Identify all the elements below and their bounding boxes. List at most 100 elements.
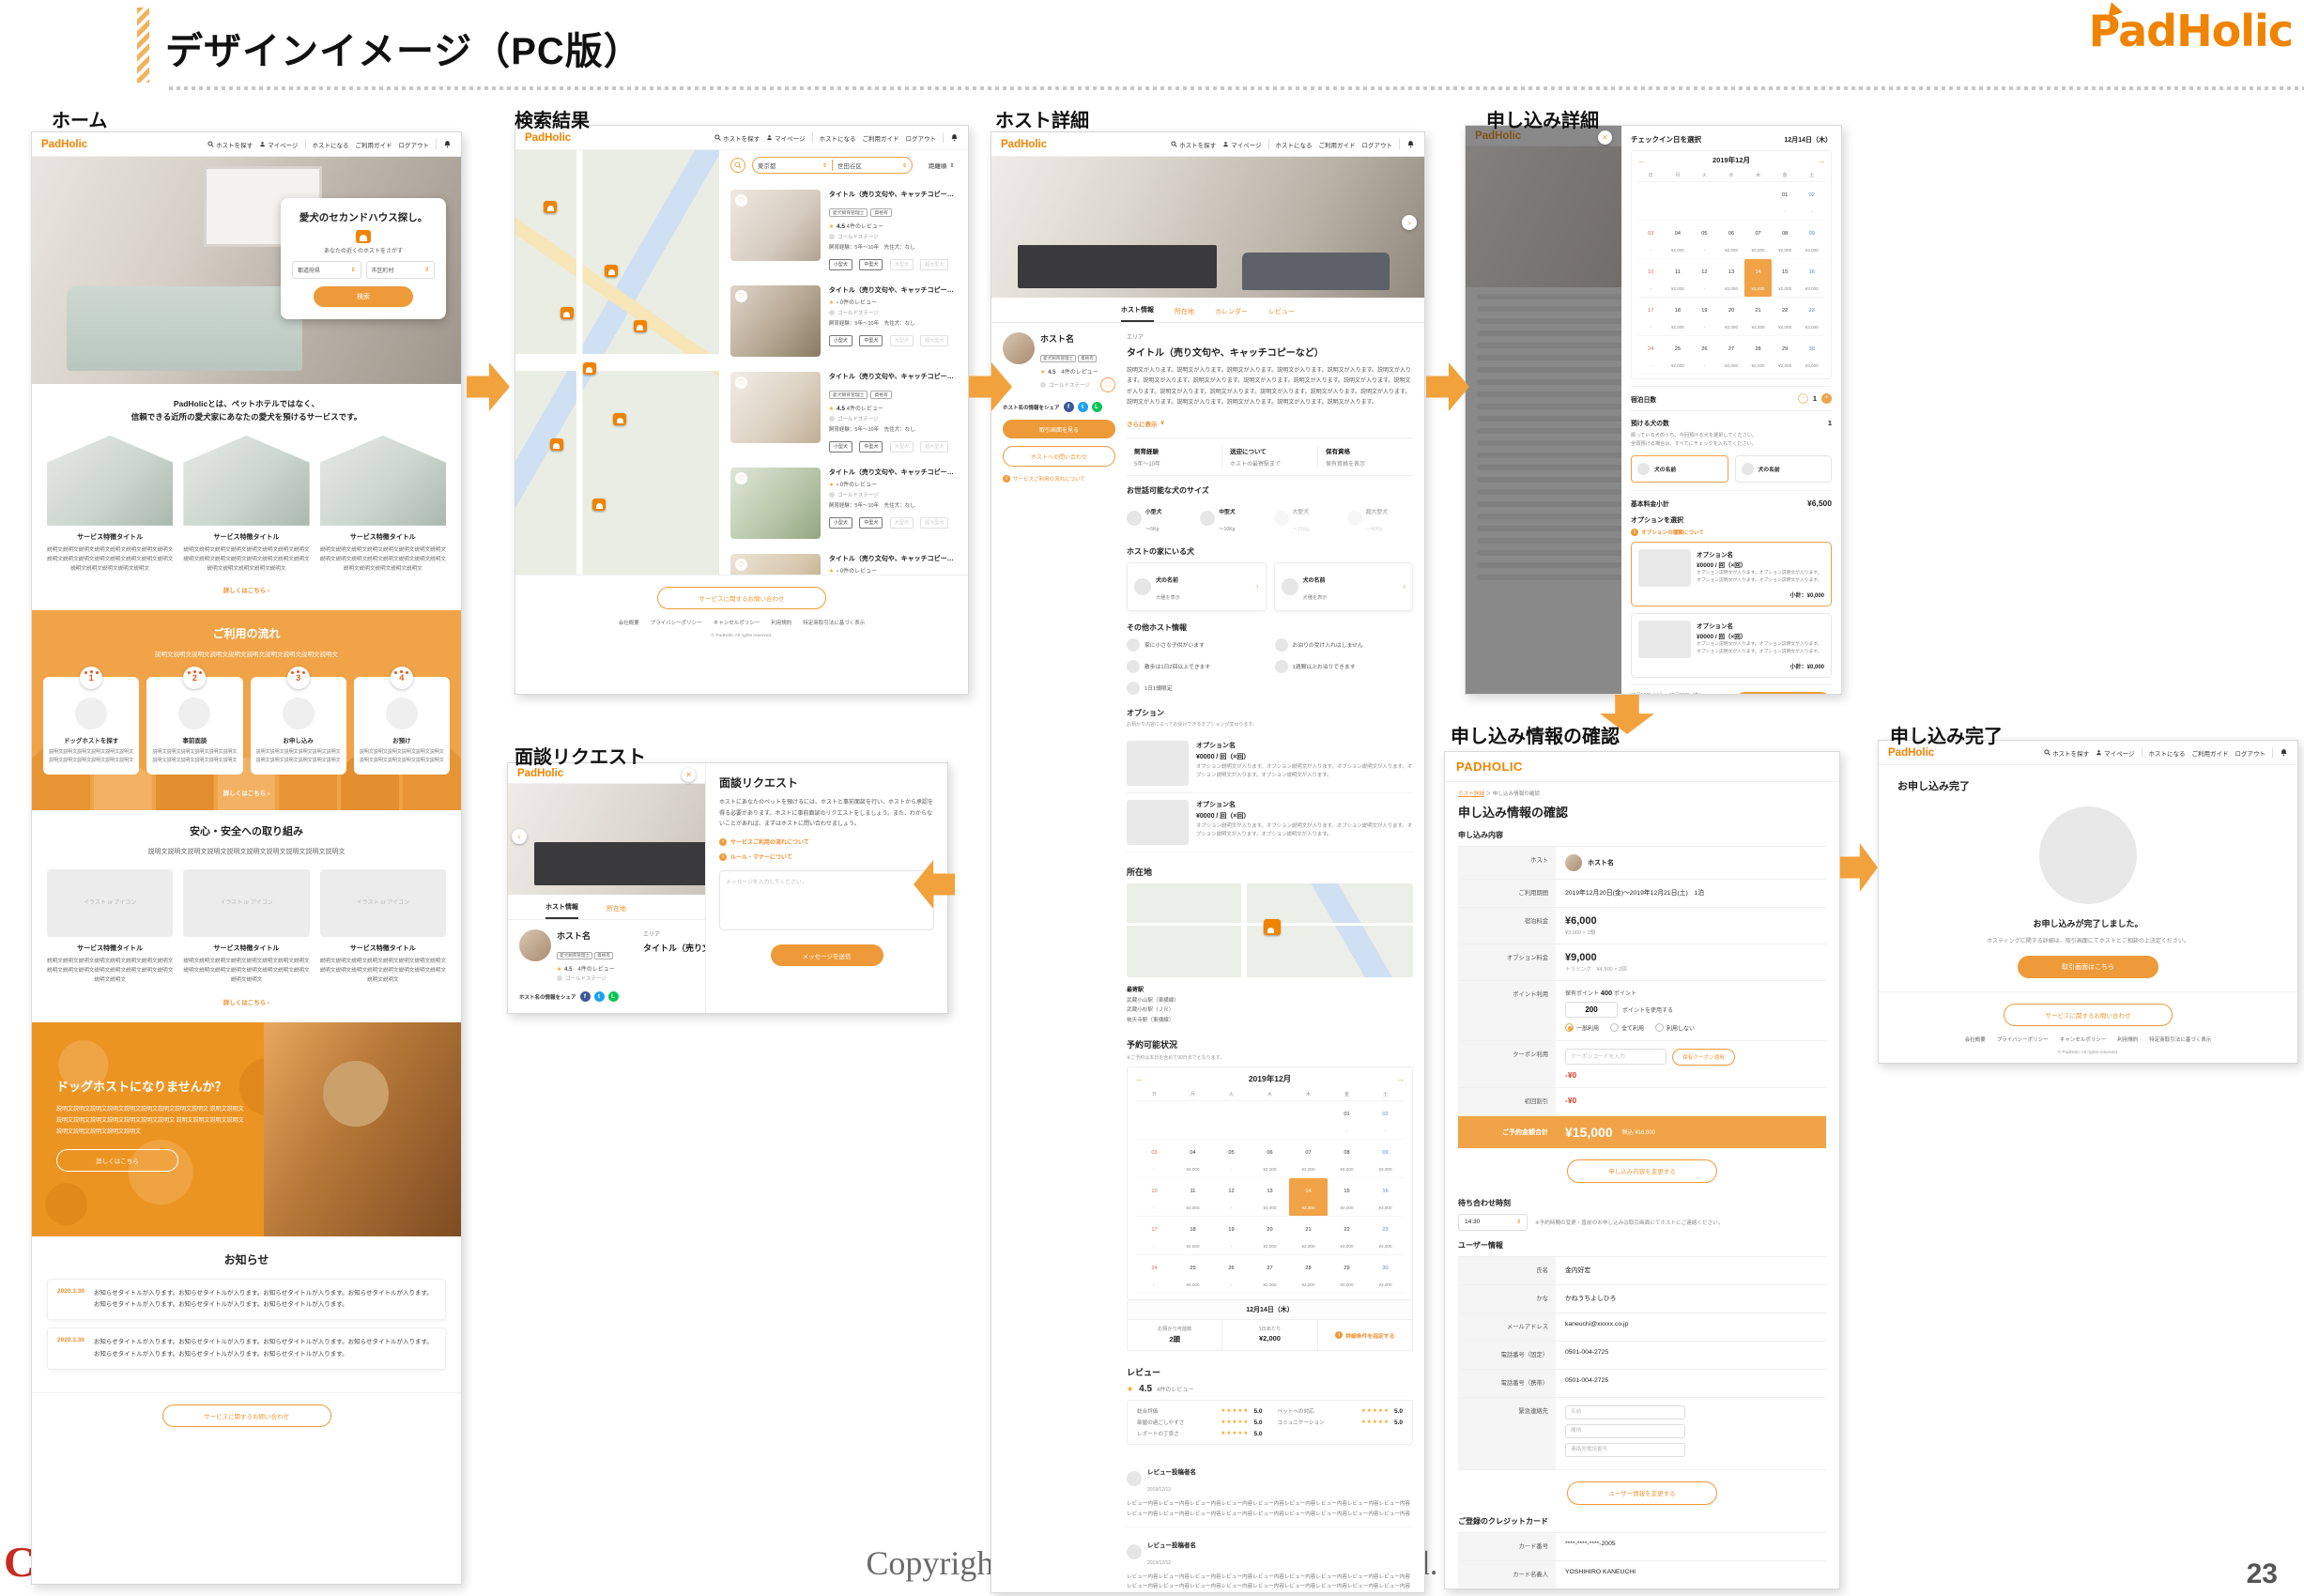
flow-more-link[interactable]: 詳しくはこちら › — [223, 788, 269, 797]
favorite-heart-icon[interactable]: ♡ — [1100, 377, 1115, 392]
calendar-day-cell[interactable]: 26 - — [1212, 1255, 1251, 1294]
nav-logo[interactable]: PadHolic — [1001, 139, 1047, 150]
calendar-day-cell[interactable]: 29 ¥2,000 — [1328, 1255, 1366, 1294]
calendar-day-cell[interactable]: 20 ¥2,000 — [1251, 1217, 1289, 1255]
facebook-icon[interactable]: f — [580, 991, 591, 1002]
calendar-day-cell[interactable]: 12 - — [1691, 259, 1718, 298]
calendar-day-cell[interactable]: 16 ¥3,000 — [1366, 1178, 1405, 1217]
calendar-day-cell[interactable]: 06 ¥2,000 — [1251, 1140, 1289, 1178]
calendar-day-cell[interactable]: 07 ¥2,000 — [1289, 1140, 1328, 1178]
nav-guide[interactable]: ご利用ガイド — [1319, 140, 1356, 149]
calendar-day-cell[interactable]: 05 - — [1212, 1140, 1251, 1178]
search-result-card[interactable]: ♡ タイトル（売り文句や、キャッチコピーなど）… 愛犬飼育管理士資格有 ★ 4.… — [730, 182, 957, 278]
apply-button[interactable]: この条件で申し込む — [1734, 692, 1832, 694]
emergency-phone-input[interactable] — [1565, 1443, 1685, 1457]
calendar-day-cell[interactable]: 21 ¥2,000 — [1289, 1217, 1328, 1255]
calendar-day-cell[interactable]: 25 ¥2,000 — [1174, 1255, 1212, 1294]
news-item[interactable]: 2020.3.30 お知らせタイトルが入ります。お知らせタイトルが入ります。お知… — [47, 1279, 446, 1321]
breadcrumb-host-link[interactable]: ホスト詳細 — [1458, 791, 1484, 797]
calendar-next-icon[interactable]: → — [1817, 156, 1825, 165]
nav-become-host[interactable]: ホストになる — [820, 133, 856, 143]
favorite-heart-icon[interactable]: ♡ — [735, 290, 747, 302]
chevron-right-icon[interactable]: › — [1402, 215, 1417, 230]
close-icon[interactable]: ✕ — [1598, 130, 1612, 145]
twitter-icon[interactable]: t — [1078, 402, 1088, 412]
footer-link[interactable]: 特定商取引法に基づく表示 — [2149, 1036, 2211, 1043]
nav-search-hosts[interactable]: ホストを探す — [1171, 140, 1216, 149]
favorite-heart-icon[interactable]: ♡ — [735, 559, 747, 571]
calendar-day-cell[interactable]: 04 ¥2,000 — [1174, 1140, 1212, 1178]
map-marker-icon[interactable] — [592, 499, 606, 511]
calendar-day-cell[interactable]: 13 ¥2,000 — [1718, 259, 1745, 298]
calendar-day-cell[interactable] — [1637, 182, 1665, 221]
calendar-prev-icon[interactable]: ← — [1135, 1074, 1144, 1083]
news-item[interactable]: 2020.3.30 お知らせタイトルが入ります。お知らせタイトルが入ります。お知… — [47, 1327, 446, 1370]
nav-search-hosts[interactable]: ホストを探す — [2044, 748, 2089, 758]
calendar-day-cell[interactable]: 22 ¥2,000 — [1328, 1217, 1366, 1255]
calendar-prev-icon[interactable]: ← — [1637, 156, 1646, 165]
calendar-day-cell[interactable]: 23 ¥3,000 — [1366, 1217, 1405, 1255]
calendar-day-cell[interactable]: 17 - — [1135, 1217, 1174, 1255]
tab-host-info[interactable]: ホスト情報 — [1121, 305, 1154, 322]
radio-use-all[interactable]: 全て利用 — [1610, 1023, 1644, 1033]
result-title[interactable]: タイトル（売り文句や、キャッチコピーなど）… — [829, 468, 957, 477]
calendar-day-cell[interactable] — [1251, 1101, 1289, 1140]
calendar-day-cell[interactable]: 30 ¥3,000 — [1798, 336, 1825, 375]
calendar-day-cell[interactable]: 12 - — [1212, 1178, 1251, 1217]
calendar-day-cell[interactable]: 04 ¥2,000 — [1665, 221, 1692, 259]
help-link[interactable]: iサービスご利用の流れについて — [719, 837, 934, 846]
chevron-left-icon[interactable]: ‹ — [512, 829, 527, 844]
favorite-heart-icon[interactable]: ♡ — [735, 376, 747, 389]
application-option-card[interactable]: オプション名 ¥0000 / 回（×回） オプション説明文が入ります。オプション… — [1631, 613, 1832, 678]
twitter-icon[interactable]: t — [594, 991, 605, 1002]
calendar-day-cell[interactable]: 28 ¥2,000 — [1744, 336, 1772, 375]
emergency-name-input[interactable] — [1565, 1405, 1685, 1420]
nav-logout[interactable]: ログアウト — [399, 140, 430, 149]
nav-search-hosts[interactable]: ホストを探す — [714, 133, 760, 143]
city-select[interactable]: 市区町村⇕ — [366, 261, 436, 279]
map-marker-icon[interactable] — [550, 438, 563, 451]
calendar-day-cell[interactable]: 21 ¥2,000 — [1744, 298, 1772, 336]
service-flow-link[interactable]: iサービスご利用の流れについて — [1003, 475, 1115, 483]
host-contact-button[interactable]: ホストへの問い合わせ — [1003, 446, 1115, 467]
nav-become-host[interactable]: ホストになる — [1276, 140, 1313, 149]
footer-link[interactable]: プライバシーポリシー — [1997, 1036, 2049, 1043]
calendar-day-cell[interactable]: 23 ¥3,000 — [1798, 298, 1825, 336]
show-more-link[interactable]: さらに表示 ∨ — [1127, 419, 1165, 428]
calendar-day-cell[interactable]: 10 - — [1637, 259, 1665, 298]
search-result-card[interactable]: ♡ タイトル（売り文句や、キャッチコピーなど）… ★ - 0件のレビュー ゴール… — [730, 546, 957, 575]
prefecture-select[interactable]: 東京都⇕ — [753, 157, 832, 174]
calendar-day-cell[interactable]: 15 ¥2,000 — [1328, 1178, 1366, 1217]
calendar-day-cell[interactable]: 08 ¥2,000 — [1328, 1140, 1366, 1178]
location-map[interactable] — [1127, 883, 1413, 977]
bell-icon[interactable] — [950, 133, 959, 142]
calendar-day-cell[interactable]: 09 ¥3,000 — [1366, 1140, 1405, 1178]
emergency-relation-input[interactable] — [1565, 1424, 1685, 1438]
calendar-day-cell[interactable]: 28 ¥2,000 — [1289, 1255, 1328, 1294]
footer-link[interactable]: 会社概要 — [619, 619, 639, 626]
nav-mypage[interactable]: マイページ — [1222, 140, 1261, 149]
radio-no-use[interactable]: 利用しない — [1655, 1023, 1695, 1033]
sort-select[interactable]: 距離順⇕ — [929, 161, 955, 170]
calendar-day-cell[interactable]: 19 - — [1691, 298, 1718, 336]
calendar-day-cell[interactable]: 25 ¥2,000 — [1665, 336, 1692, 375]
calendar-day-cell[interactable]: 07 ¥2,000 — [1744, 221, 1772, 259]
coupon-apply-button[interactable]: 保有クーポン適用 — [1672, 1049, 1735, 1066]
intro-more-link[interactable]: 詳しくはこちら › — [223, 585, 269, 594]
footer-link[interactable]: キャンセルポリシー — [2060, 1036, 2107, 1043]
become-host-button[interactable]: 詳しくはこちら — [56, 1149, 178, 1172]
bell-icon[interactable] — [2280, 748, 2288, 757]
tab-location[interactable]: 所在地 — [607, 904, 626, 919]
calendar-day-cell[interactable]: 11 ¥2,000 — [1665, 259, 1692, 298]
calendar-day-cell[interactable]: 03 - — [1135, 1140, 1174, 1178]
footer-link[interactable]: 利用規約 — [2117, 1036, 2138, 1043]
calendar-day-cell[interactable] — [1174, 1101, 1212, 1140]
nav-guide[interactable]: ご利用ガイド — [356, 140, 392, 149]
calendar-day-cell[interactable]: 01 - — [1328, 1101, 1366, 1140]
footer-link[interactable]: 特定商取引法に基づく表示 — [803, 619, 865, 626]
calendar-day-cell[interactable]: 13 ¥2,000 — [1251, 1178, 1289, 1217]
nav-search-hosts[interactable]: ホストを探す — [207, 140, 253, 149]
result-title[interactable]: タイトル（売り文句や、キャッチコピーなど）… — [829, 190, 957, 199]
map-marker-icon[interactable] — [544, 201, 557, 213]
change-user-info-button[interactable]: ユーザー情報を変更する — [1567, 1481, 1717, 1505]
